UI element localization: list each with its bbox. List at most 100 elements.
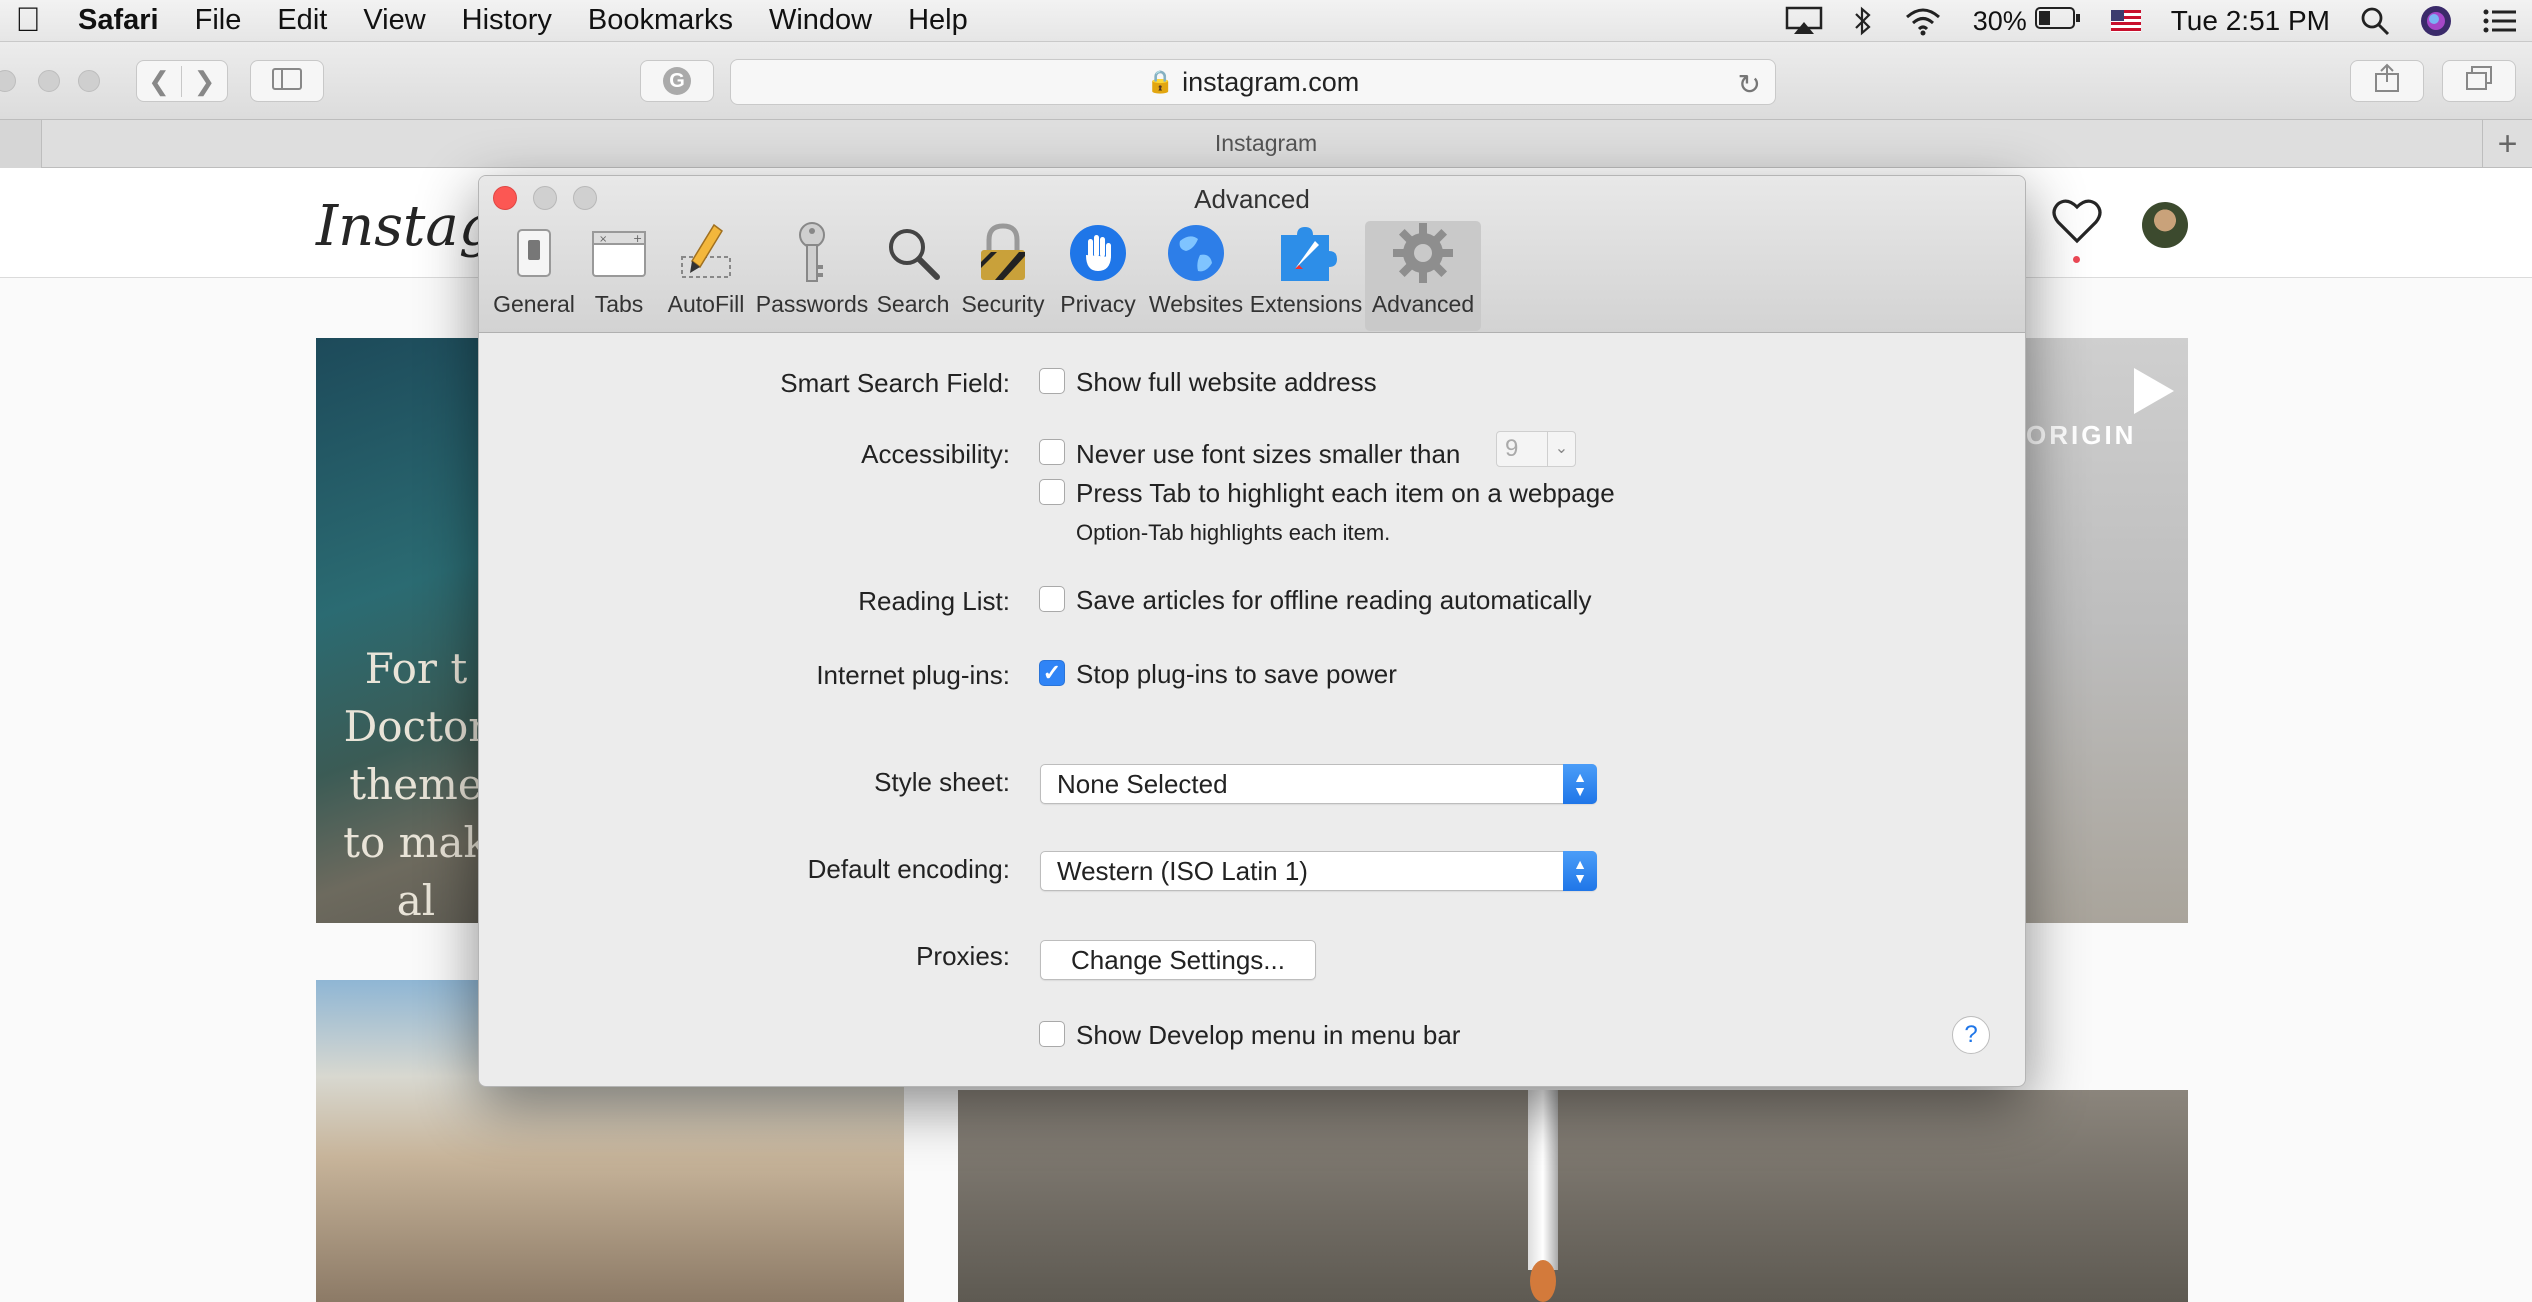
notification-center-icon[interactable] [2482,6,2518,36]
min-font-size-value: 9 [1505,435,1519,462]
window-close-button[interactable] [0,70,16,92]
min-font-size-label[interactable]: Never use font sizes smaller than [1076,439,1460,470]
tab-extensions[interactable]: Extensions [1249,221,1363,331]
back-arrow-icon[interactable]: ❮ [137,65,183,97]
tab-search[interactable]: Search [873,221,953,331]
tab-highlight-label[interactable]: Press Tab to highlight each item on a we… [1076,478,1615,509]
show-full-address-checkbox[interactable] [1039,368,1065,394]
prefs-window-title: Advanced [1194,184,1310,214]
share-button[interactable] [2350,60,2424,102]
key-icon [792,221,832,291]
help-button[interactable]: ? [1952,1016,1990,1054]
tab-bar: Instagram + [0,120,2532,168]
spotlight-search-icon[interactable] [2360,6,2390,36]
video-overlay-text: ORIGIN [2026,420,2137,450]
safari-toolbar: ❮ ❯ G 🔒 instagram.com ↻ [0,42,2532,120]
tab-websites[interactable]: Websites [1143,221,1249,331]
pinned-tab[interactable] [0,120,42,168]
popup-stepper-icon: ▲ ▼ [1563,851,1597,891]
tab-highlight-checkbox[interactable] [1039,479,1065,505]
show-develop-menu-checkbox[interactable] [1039,1021,1065,1047]
share-icon [2374,63,2400,100]
menu-help[interactable]: Help [890,4,986,37]
show-develop-menu-label[interactable]: Show Develop menu in menu bar [1076,1020,1460,1051]
stop-plugins-label[interactable]: Stop plug-ins to save power [1076,659,1397,690]
tab-privacy[interactable]: Privacy [1053,221,1143,331]
tab-websites-label: Websites [1148,291,1244,317]
show-full-address-label[interactable]: Show full website address [1076,367,1377,398]
play-icon[interactable] [2132,366,2176,421]
style-sheet-select[interactable]: None Selected ▲ ▼ [1040,764,1597,804]
active-tab-title[interactable]: Instagram [1215,130,1317,157]
notification-dot [2073,256,2080,263]
internet-plugins-label: Internet plug-ins: [816,660,1010,690]
tab-advanced-label: Advanced [1371,291,1475,317]
offline-reading-label[interactable]: Save articles for offline reading automa… [1076,585,1591,616]
menu-bookmarks[interactable]: Bookmarks [570,4,751,37]
tab-search-label: Search [876,291,950,317]
preferences-toolbar: Advanced General × + Tabs AutoFill Passw… [479,176,2025,333]
menu-history[interactable]: History [444,4,570,37]
new-tab-button[interactable]: + [2482,120,2532,168]
tab-security[interactable]: Security [955,221,1051,331]
default-encoding-select[interactable]: Western (ISO Latin 1) ▲ ▼ [1040,851,1597,891]
us-flag-input-icon[interactable] [2110,10,2141,32]
wifi-icon[interactable] [1903,6,1943,36]
chevron-down-icon: ⌄ [1547,432,1575,466]
plus-icon: + [2497,124,2518,163]
feed-video-post[interactable]: ORIGIN [2022,338,2188,923]
bluetooth-icon[interactable] [1853,6,1873,36]
min-font-size-checkbox[interactable] [1039,439,1065,465]
tab-tabs-label: Tabs [594,291,644,317]
rocket-image [1528,1090,1558,1270]
window-zoom-button[interactable] [78,70,100,92]
offline-reading-checkbox[interactable] [1039,586,1065,612]
tab-general[interactable]: General [489,221,579,331]
tab-overview-button[interactable] [2442,60,2516,102]
tab-security-label: Security [961,291,1045,317]
tab-autofill-label: AutoFill [667,291,745,317]
general-switch-icon [514,226,554,286]
gear-icon [1391,221,1455,291]
apple-menu-icon[interactable]:  [0,1,56,40]
tab-autofill[interactable]: AutoFill [661,221,751,331]
reload-icon[interactable]: ↻ [1738,68,1761,101]
default-encoding-label: Default encoding: [807,854,1010,884]
menu-window[interactable]: Window [751,4,890,37]
grammarly-icon: G [663,67,691,95]
url-text: instagram.com [1182,66,1360,97]
default-encoding-value: Western (ISO Latin 1) [1057,856,1308,886]
menu-safari[interactable]: Safari [56,4,177,37]
feed-video-post-rocket[interactable] [958,1090,2188,1302]
popup-stepper-icon: ▲ ▼ [1563,764,1597,804]
tab-overview-icon [2465,65,2493,98]
proxies-label: Proxies: [916,941,1010,971]
tabs-icon: × + [591,226,647,286]
sidebar-icon [272,66,302,97]
change-proxy-settings-button[interactable]: Change Settings... [1040,940,1316,980]
autofill-pencil-icon [678,223,734,289]
clock[interactable]: Tue 2:51 PM [2171,5,2330,37]
airplay-icon[interactable] [1785,6,1823,36]
grammarly-extension-button[interactable]: G [640,60,714,102]
siri-icon[interactable] [2420,5,2452,37]
profile-avatar[interactable] [2142,202,2188,248]
tab-passwords[interactable]: Passwords [753,221,871,331]
svg-text:+: + [633,232,642,245]
forward-arrow-icon[interactable]: ❯ [182,66,227,97]
activity-heart-icon[interactable] [2052,198,2102,249]
battery-icon [2034,5,2081,38]
safari-preferences-window: Advanced General × + Tabs AutoFill Passw… [478,175,2026,1087]
menu-edit[interactable]: Edit [259,4,345,37]
address-bar[interactable]: 🔒 instagram.com ↻ [730,59,1776,105]
menu-bar:  Safari File Edit View History Bookmark… [0,0,2532,42]
stop-plugins-checkbox[interactable]: ✓ [1039,660,1065,686]
tab-tabs[interactable]: × + Tabs [579,221,659,331]
padlock-icon [977,222,1029,290]
menu-view[interactable]: View [345,4,443,37]
tab-advanced[interactable]: Advanced [1365,221,1481,331]
menu-file[interactable]: File [177,4,260,37]
sidebar-toggle-button[interactable] [250,60,324,102]
window-minimize-button[interactable] [38,70,60,92]
battery-status[interactable]: 30% [1973,5,2081,38]
